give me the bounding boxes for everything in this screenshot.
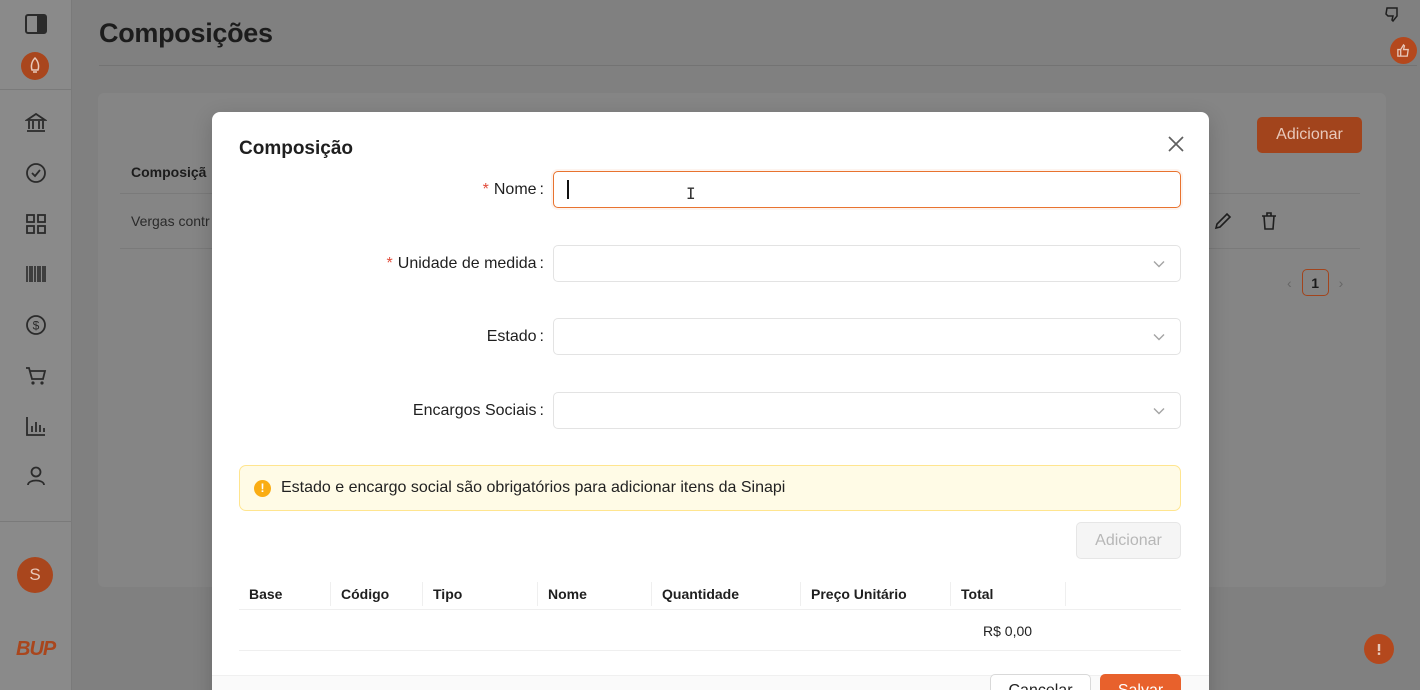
title-divider — [99, 65, 1417, 66]
cancel-button[interactable]: Cancelar — [990, 674, 1091, 690]
estado-select[interactable] — [553, 318, 1181, 355]
warning-icon: ! — [254, 479, 271, 497]
add-item-button[interactable]: Adicionar — [1076, 522, 1181, 559]
column-header-codigo: Código — [330, 582, 389, 606]
column-header-quantidade: Quantidade — [651, 582, 739, 606]
label-colon: : — [539, 181, 544, 198]
thumbs-up-icon[interactable] — [1390, 37, 1417, 64]
chevron-down-icon — [1153, 261, 1165, 268]
total-value: R$ 0,00 — [983, 623, 1033, 639]
sidebar: $ S BUP — [0, 0, 72, 690]
nome-label-text: Nome — [493, 181, 537, 198]
nome-input[interactable]: I — [553, 171, 1181, 208]
unidade-label: * Unidade de medida: — [387, 255, 544, 273]
svg-text:$: $ — [33, 319, 40, 333]
trash-icon[interactable] — [1259, 211, 1279, 231]
user-icon[interactable] — [22, 462, 50, 490]
table-header-composicao: Composiçã — [131, 164, 207, 180]
cart-icon[interactable] — [22, 362, 50, 390]
rocket-icon[interactable] — [21, 52, 49, 80]
label-colon: : — [539, 255, 544, 272]
thumbs-down-icon[interactable] — [1384, 6, 1402, 29]
column-header-base: Base — [249, 586, 283, 602]
pagination-prev-icon[interactable]: ‹ — [1287, 275, 1292, 291]
required-mark: * — [482, 181, 489, 198]
sidebar-divider — [0, 521, 72, 522]
close-icon[interactable] — [1166, 134, 1186, 154]
bank-icon[interactable] — [22, 109, 50, 137]
table-cell-name: Vergas contr — [131, 213, 210, 229]
column-header-nome: Nome — [537, 582, 587, 606]
column-header-actions — [1065, 582, 1076, 606]
barcode-icon[interactable] — [22, 260, 50, 288]
text-caret — [567, 180, 569, 199]
estado-label-text: Estado — [486, 328, 537, 345]
label-colon: : — [539, 402, 544, 419]
modal-title: Composição — [239, 138, 354, 159]
unidade-label-text: Unidade de medida — [397, 255, 537, 272]
check-circle-icon[interactable] — [22, 159, 50, 187]
pagination-page[interactable]: 1 — [1301, 269, 1329, 296]
chevron-down-icon — [1153, 334, 1165, 341]
pagination-next-icon[interactable]: › — [1339, 275, 1344, 291]
label-colon: : — [539, 328, 544, 345]
estado-label: Estado: — [487, 328, 544, 346]
avatar[interactable]: S — [17, 557, 53, 593]
encargos-select[interactable] — [553, 392, 1181, 429]
add-composition-button[interactable]: Adicionar — [1257, 117, 1362, 153]
page-title: Composições — [99, 18, 273, 48]
nome-label: * Nome: — [483, 181, 544, 199]
chevron-down-icon — [1153, 408, 1165, 415]
text-cursor-icon: I — [686, 184, 696, 203]
sidebar-divider — [0, 89, 72, 90]
encargos-label: Encargos Sociais: — [413, 402, 544, 420]
grid-icon[interactable] — [22, 210, 50, 238]
column-header-tipo: Tipo — [422, 582, 462, 606]
table-summary-row: R$ 0,00 — [239, 611, 1181, 651]
encargos-label-text: Encargos Sociais — [412, 402, 537, 419]
composicao-modal: Composição * Nome: I * Unidade de medida: … — [212, 112, 1209, 690]
unidade-select[interactable] — [553, 245, 1181, 282]
help-chat-icon[interactable] — [1364, 634, 1394, 664]
items-table-header: Base Código Tipo Nome Quantidade Preço U… — [239, 578, 1181, 610]
pagination: ‹ 1 › — [1287, 269, 1343, 296]
bar-chart-icon[interactable] — [22, 412, 50, 440]
app-logo: BUP — [16, 638, 56, 660]
required-mark: * — [386, 255, 393, 272]
column-header-total: Total — [950, 582, 993, 606]
edit-icon[interactable] — [1213, 211, 1233, 231]
dollar-icon[interactable]: $ — [22, 311, 50, 339]
warning-alert: ! Estado e encargo social são obrigatóri… — [239, 465, 1181, 511]
column-header-preco-unitario: Preço Unitário — [800, 582, 907, 606]
save-button[interactable]: Salvar — [1100, 674, 1181, 690]
warning-alert-text: Estado e encargo social são obrigatórios… — [281, 479, 786, 496]
panel-toggle-icon[interactable] — [22, 10, 50, 38]
